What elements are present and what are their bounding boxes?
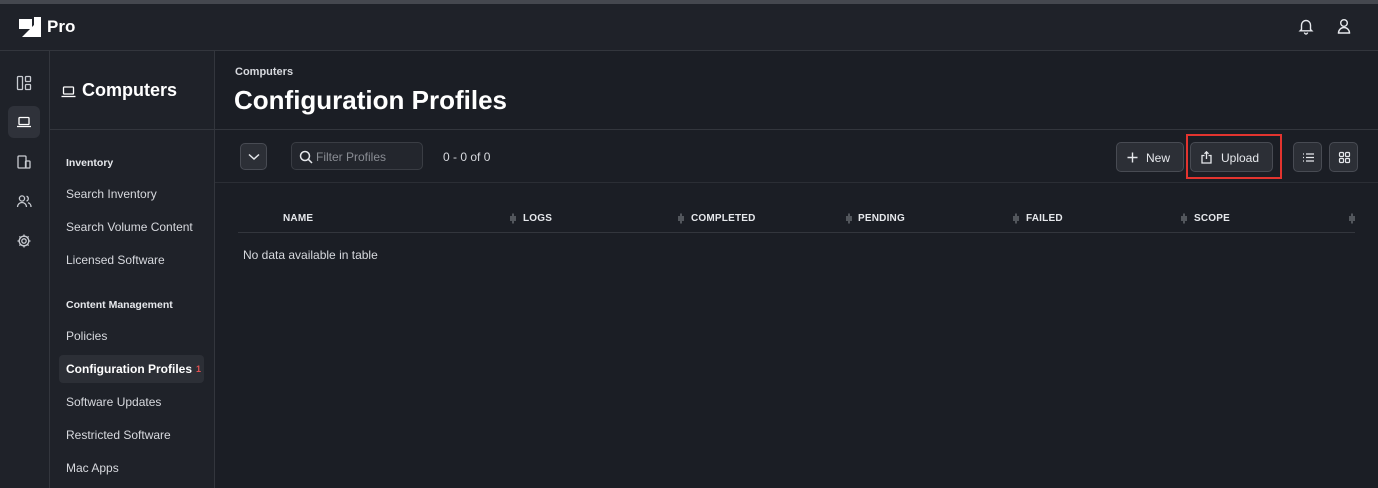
column-header-scope[interactable]: SCOPE xyxy=(1194,213,1230,224)
grid-icon xyxy=(1338,151,1351,164)
new-button[interactable]: New xyxy=(1116,142,1184,172)
user-icon[interactable] xyxy=(1335,17,1355,37)
nav-item-software-updates[interactable]: Software Updates xyxy=(59,388,204,416)
search-icon xyxy=(299,150,313,164)
upload-highlight-box xyxy=(1186,134,1282,179)
column-header-name[interactable]: NAME xyxy=(283,213,313,224)
grid-view-button[interactable] xyxy=(1329,142,1358,172)
nav-item-search-inventory[interactable]: Search Inventory xyxy=(59,180,204,208)
column-header-completed[interactable]: COMPLETED xyxy=(691,213,756,224)
sub-navigation: Computers Inventory Search Inventory Sea… xyxy=(50,51,215,488)
nav-item-restricted-software[interactable]: Restricted Software xyxy=(59,421,204,449)
laptop-icon xyxy=(61,85,76,103)
nav-item-search-volume-content[interactable]: Search Volume Content xyxy=(59,213,204,241)
column-header-logs[interactable]: LOGS xyxy=(523,213,552,224)
nav-item-mac-apps[interactable]: Mac Apps xyxy=(59,454,204,482)
main-content: Computers Configuration Profiles 0 - 0 o… xyxy=(215,51,1378,488)
plus-icon xyxy=(1127,152,1138,163)
subnav-title: Computers xyxy=(82,80,178,100)
users-icon[interactable] xyxy=(8,185,40,217)
column-resize-icon[interactable] xyxy=(846,213,852,224)
column-resize-icon[interactable] xyxy=(1349,213,1355,224)
nav-item-badge: 1 xyxy=(195,364,201,374)
subnav-header: Computers xyxy=(50,51,214,130)
column-header-failed[interactable]: FAILED xyxy=(1026,213,1063,224)
chevron-down-icon xyxy=(248,153,260,161)
page-title: Configuration Profiles xyxy=(234,85,507,115)
list-view-button[interactable] xyxy=(1293,142,1322,172)
new-button-label: New xyxy=(1146,151,1171,165)
result-count: 0 - 0 of 0 xyxy=(443,150,491,164)
nav-item-label: Configuration Profiles xyxy=(66,362,192,376)
gear-icon[interactable] xyxy=(8,225,40,257)
bell-icon[interactable] xyxy=(1297,17,1317,37)
brand-name: Pro xyxy=(47,17,76,36)
table-empty-message: No data available in table xyxy=(243,248,378,262)
filter-search xyxy=(291,142,423,170)
dashboard-icon[interactable] xyxy=(8,67,40,99)
nav-item-policies[interactable]: Policies xyxy=(59,322,204,350)
breadcrumb[interactable]: Computers xyxy=(235,66,293,78)
toolbar: 0 - 0 of 0 New Upload xyxy=(215,129,1378,183)
filter-profiles-input[interactable] xyxy=(316,148,420,165)
column-resize-icon[interactable] xyxy=(678,213,684,224)
nav-item-configuration-profiles[interactable]: Configuration Profiles 1 xyxy=(59,355,204,383)
collapse-button[interactable] xyxy=(240,143,267,170)
list-icon xyxy=(1303,153,1314,162)
table-header-divider xyxy=(238,232,1355,233)
column-header-pending[interactable]: PENDING xyxy=(858,213,905,224)
top-bar: Pro xyxy=(0,4,1378,51)
nav-item-licensed-software[interactable]: Licensed Software xyxy=(59,246,204,274)
section-label-inventory: Inventory xyxy=(66,157,114,169)
column-resize-icon[interactable] xyxy=(1181,213,1187,224)
section-label-content-management: Content Management xyxy=(66,299,173,311)
laptop-icon[interactable] xyxy=(8,106,40,138)
column-resize-icon[interactable] xyxy=(1013,213,1019,224)
logo-icon[interactable] xyxy=(19,17,41,37)
column-resize-icon[interactable] xyxy=(510,213,516,224)
devices-icon[interactable] xyxy=(8,146,40,178)
icon-rail xyxy=(0,51,50,488)
